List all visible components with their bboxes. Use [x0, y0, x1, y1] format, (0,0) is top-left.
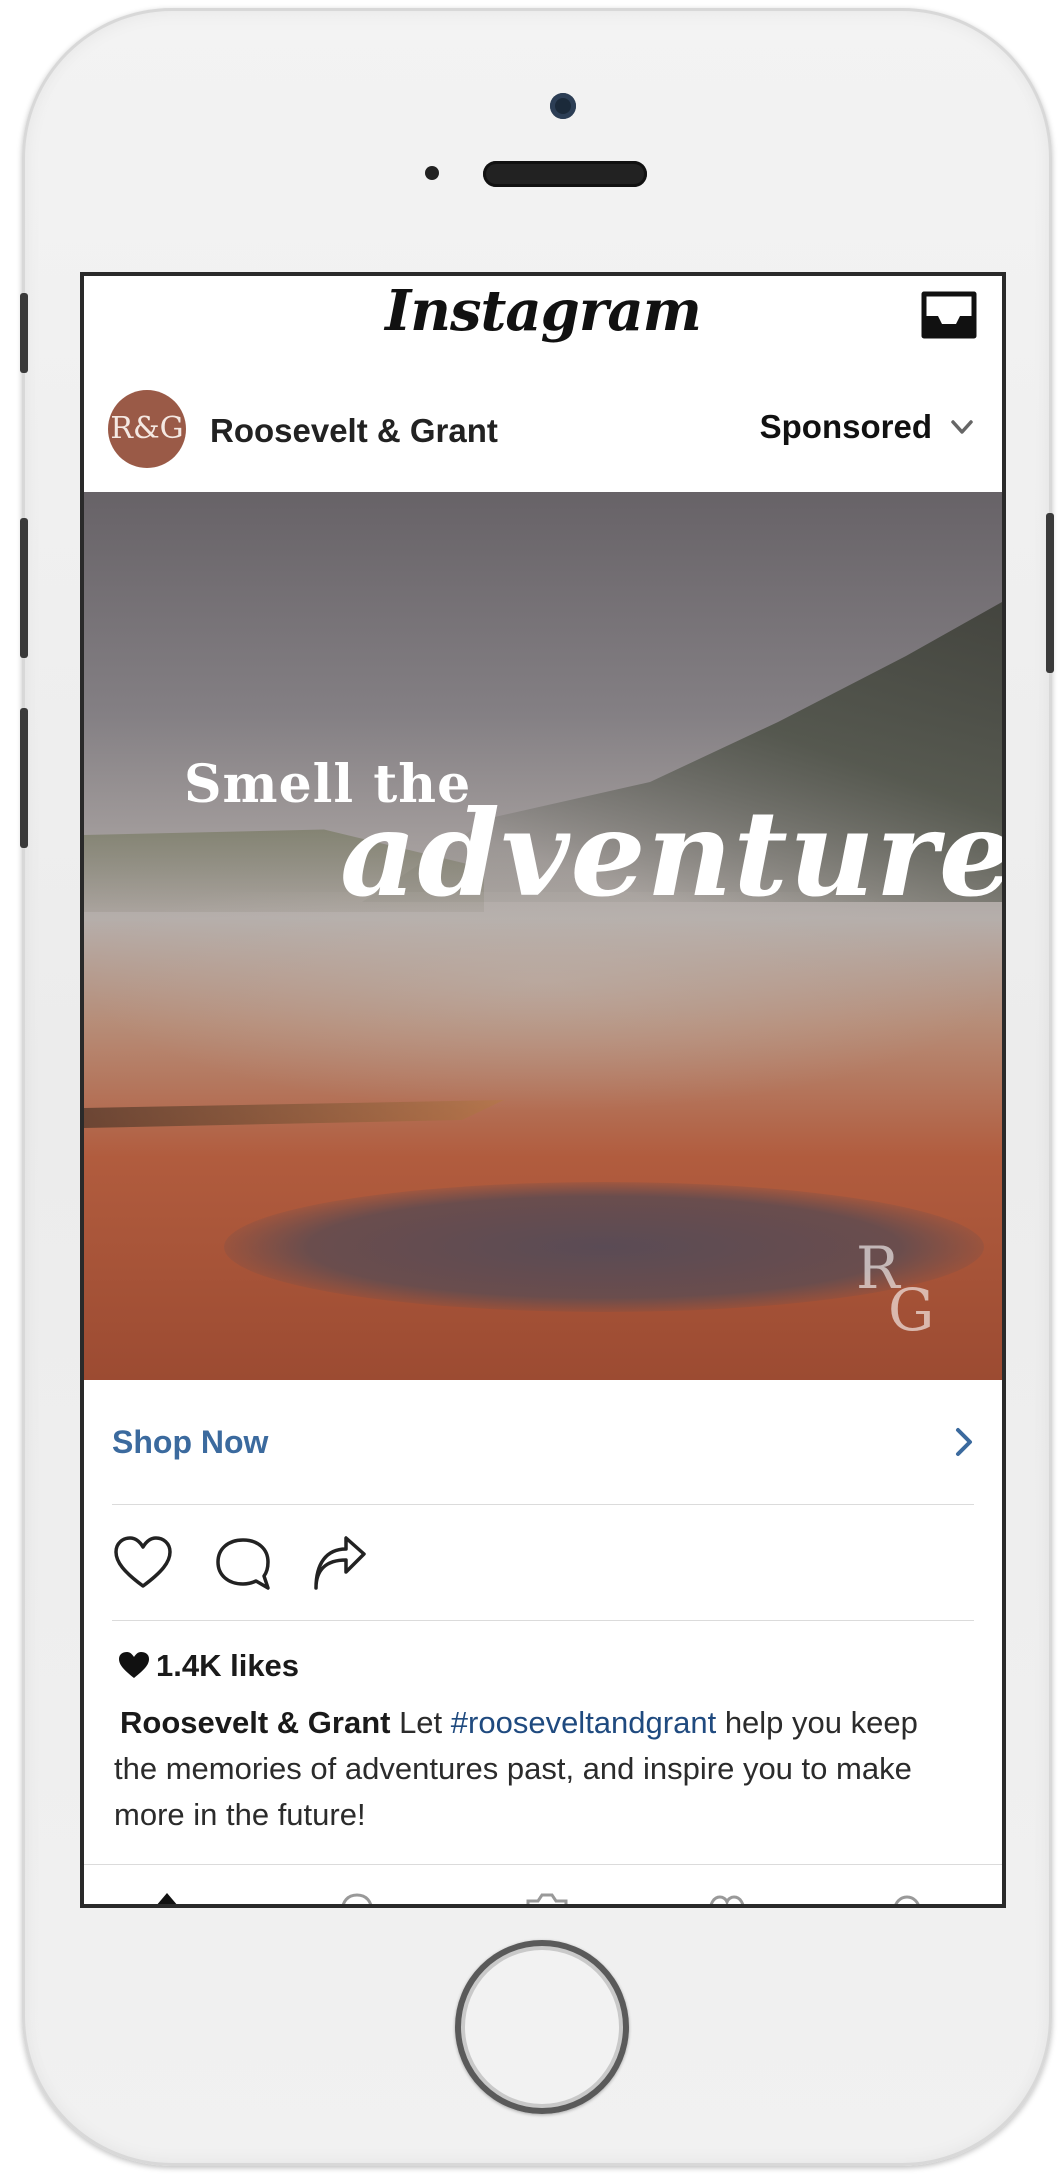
likes-label: 1.4K likes — [156, 1648, 300, 1683]
mute-switch — [20, 293, 28, 373]
search-tab-icon[interactable] — [334, 1885, 380, 1908]
home-button[interactable] — [455, 1940, 629, 2114]
inbox-icon[interactable] — [920, 290, 978, 340]
shop-now-button[interactable]: Shop Now — [112, 1424, 268, 1461]
volume-up-button — [20, 518, 28, 658]
image-headline-line2: adventure — [340, 784, 1002, 923]
likes-count[interactable]: 1.4K likes — [118, 1648, 299, 1684]
caption-hashtag[interactable]: #rooseveltandgrant — [451, 1705, 716, 1740]
sponsored-label: Sponsored — [759, 408, 932, 445]
heart-filled-icon — [119, 1652, 149, 1678]
chevron-down-icon[interactable] — [950, 418, 974, 436]
home-tab-icon[interactable] — [144, 1885, 190, 1908]
power-button — [1046, 513, 1054, 673]
activity-tab-icon[interactable] — [704, 1885, 750, 1908]
post-caption: Roosevelt & Grant Let #rooseveltandgrant… — [114, 1700, 962, 1838]
phone-screen: Instagram R&G Roosevelt & Grant Sponsore… — [80, 272, 1006, 1908]
instagram-logo: Instagram — [385, 278, 702, 344]
post-header: R&G Roosevelt & Grant Sponsored — [84, 368, 1002, 492]
heart-icon[interactable] — [112, 1534, 174, 1592]
account-name[interactable]: Roosevelt & Grant — [210, 412, 498, 450]
watermark-g: G — [888, 1276, 935, 1344]
post-image[interactable]: Smell the adventure R G — [84, 492, 1002, 1380]
mist-shape — [84, 892, 1002, 1112]
earpiece-speaker — [483, 161, 647, 187]
avatar[interactable]: R&G — [108, 390, 186, 468]
chevron-right-icon[interactable] — [954, 1426, 974, 1458]
caption-text-before: Let — [390, 1705, 451, 1740]
volume-down-button — [20, 708, 28, 848]
app-header: Instagram — [84, 276, 1002, 369]
proximity-sensor — [425, 166, 439, 180]
action-bar — [112, 1504, 974, 1621]
front-camera — [550, 93, 576, 119]
profile-tab-icon[interactable] — [884, 1885, 930, 1908]
camera-tab-icon[interactable] — [524, 1885, 570, 1908]
comment-icon[interactable] — [212, 1534, 274, 1592]
brand-watermark: R G — [852, 1234, 952, 1344]
shop-now-bar[interactable]: Shop Now — [112, 1380, 974, 1505]
caption-username[interactable]: Roosevelt & Grant — [120, 1705, 390, 1740]
avatar-initials: R&G — [110, 411, 184, 446]
bottom-tab-bar — [84, 1864, 1002, 1908]
share-icon[interactable] — [308, 1534, 370, 1592]
